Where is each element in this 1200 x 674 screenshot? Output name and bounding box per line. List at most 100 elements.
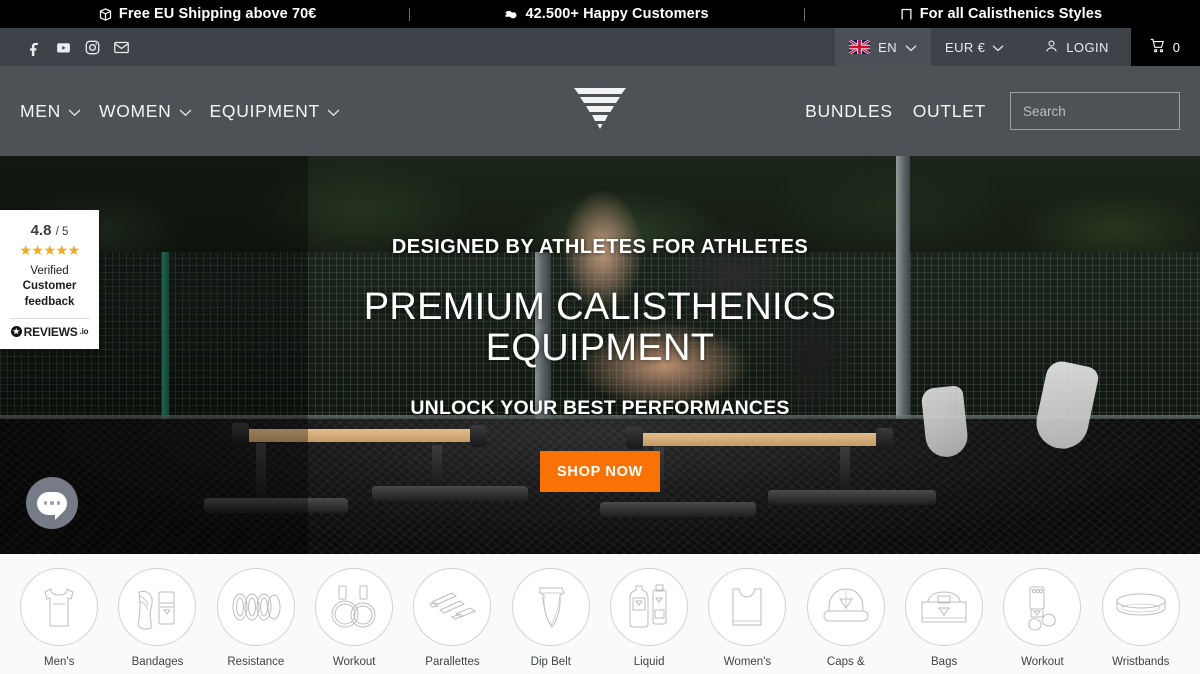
category-item-womens[interactable]: Women's	[698, 568, 796, 669]
reviews-divider	[10, 317, 89, 319]
sports-bra-icon	[708, 568, 787, 646]
nav-item-bundles[interactable]: BUNDLES	[795, 101, 903, 122]
category-item-resistance[interactable]: Resistance	[207, 568, 305, 669]
nav-item-equipment[interactable]: EQUIPMENT	[210, 101, 340, 122]
duffel-bag-icon	[905, 568, 984, 646]
category-label: Women's	[723, 656, 772, 668]
category-item-wristbands[interactable]: Wristbands	[1092, 568, 1190, 669]
main-navigation: MEN WOMEN EQUIPMENT BUNDLES OUTLET Searc…	[0, 66, 1200, 156]
reviews-out-of: / 5	[55, 226, 69, 238]
cart-button[interactable]: 0	[1130, 28, 1200, 66]
chat-widget-button[interactable]	[26, 477, 78, 529]
cap-icon	[806, 568, 885, 646]
category-item-dip-belt[interactable]: Dip Belt	[502, 568, 600, 669]
login-button[interactable]: LOGIN	[1018, 28, 1130, 66]
announcement-item-styles: For all Calisthenics Styles	[899, 6, 1102, 22]
category-item-mens[interactable]: Men's	[10, 568, 108, 669]
hero-kicker: DESIGNED BY ATHLETES FOR ATHLETES	[391, 236, 809, 258]
category-label: Bags	[931, 656, 958, 668]
knee-sleeve-icon	[118, 568, 197, 646]
search-box[interactable]	[1010, 92, 1200, 130]
chevron-down-icon	[68, 101, 81, 122]
cart-icon	[1149, 37, 1166, 57]
pullup-bar-icon	[899, 7, 914, 22]
search-input[interactable]	[1023, 103, 1200, 119]
category-label: Workout	[1021, 656, 1064, 668]
category-label: Caps &	[826, 656, 865, 668]
currency-selector[interactable]: EUR €	[931, 28, 1018, 66]
inverted-triangle-logo[interactable]	[572, 85, 628, 138]
category-label: Men's	[44, 656, 75, 668]
chevron-down-icon	[327, 101, 340, 122]
announcement-separator	[803, 7, 805, 21]
wristband-icon	[1101, 568, 1180, 646]
star-badge-icon: ★	[10, 326, 22, 338]
grips-icon	[1003, 568, 1082, 646]
category-label: Bandages	[131, 656, 184, 668]
hero-content: DESIGNED BY ATHLETES FOR ATHLETES PREMIU…	[0, 156, 1200, 554]
category-label: Liquid	[633, 656, 665, 668]
reviews-line-3: feedback	[24, 295, 75, 308]
category-item-workout-grips[interactable]: Workout	[993, 568, 1091, 669]
uk-flag-icon	[849, 40, 871, 54]
gymnastic-rings-icon	[315, 568, 394, 646]
cart-count: 0	[1172, 39, 1180, 55]
category-item-caps[interactable]: Caps &	[797, 568, 895, 669]
hero-title: PREMIUM CALISTHENICS EQUIPMENT	[363, 286, 837, 370]
category-item-parallettes[interactable]: Parallettes	[403, 568, 501, 669]
category-label: Dip Belt	[530, 656, 571, 668]
user-icon	[1044, 38, 1059, 57]
youtube-icon[interactable]	[55, 39, 72, 56]
category-item-bags[interactable]: Bags	[895, 568, 993, 669]
nav-label-women: WOMEN	[99, 100, 172, 121]
category-item-liquid[interactable]: Liquid	[600, 568, 698, 669]
chevron-down-icon	[905, 40, 917, 55]
dip-belt-icon	[511, 568, 590, 646]
hero-subtitle: UNLOCK YOUR BEST PERFORMANCES	[410, 397, 790, 420]
announcement-text-styles: For all Calisthenics Styles	[919, 6, 1103, 22]
language-selector[interactable]: EN	[835, 28, 931, 66]
announcement-item-shipping: Free EU Shipping above 70€	[98, 6, 317, 22]
chevron-down-icon	[179, 101, 192, 122]
hero-banner: DESIGNED BY ATHLETES FOR ATHLETES PREMIU…	[0, 156, 1200, 554]
announcement-item-customers: 42.500+ Happy Customers	[503, 6, 709, 22]
announcement-separator	[409, 7, 411, 21]
facebook-icon[interactable]	[26, 39, 43, 56]
chat-bubble-icon	[37, 491, 67, 520]
login-label: LOGIN	[1066, 39, 1109, 55]
category-item-workout-rings[interactable]: Workout	[305, 568, 403, 669]
reviews-badge[interactable]: 4.8 / 5 ★★★★★ Verified Customer feedback…	[0, 210, 99, 349]
nav-label-men: MEN	[20, 100, 61, 121]
category-carousel: Men's Bandages Resistance Workout Parall…	[0, 554, 1200, 674]
category-label: Wristbands	[1112, 656, 1170, 668]
currency-label: EUR €	[945, 39, 986, 55]
instagram-icon[interactable]	[84, 39, 101, 56]
social-links	[0, 28, 130, 66]
reviews-line-1: Verified	[30, 265, 69, 277]
shop-now-button[interactable]: SHOP NOW	[540, 451, 660, 493]
category-label: Resistance	[227, 656, 285, 668]
announcement-bar: Free EU Shipping above 70€ 42.500+ Happy…	[0, 0, 1200, 28]
bicep-icon	[503, 7, 519, 22]
chevron-down-icon	[992, 40, 1004, 55]
nav-item-men[interactable]: MEN	[20, 101, 81, 122]
reviews-line-2: Customer	[22, 280, 77, 293]
utility-bar: EN EUR € LOGIN 0	[0, 28, 1200, 66]
email-icon[interactable]	[113, 39, 130, 56]
category-label: Workout	[332, 656, 376, 668]
nav-item-outlet[interactable]: OUTLET	[903, 101, 996, 122]
liquid-chalk-icon	[610, 568, 689, 646]
language-label: EN	[878, 39, 897, 55]
reviews-stars: ★★★★★	[19, 242, 80, 258]
resistance-bands-icon	[216, 568, 295, 646]
reviews-brand-text: REVIEWS	[23, 324, 78, 339]
category-item-bandages[interactable]: Bandages	[108, 568, 206, 669]
parallettes-icon	[413, 568, 492, 646]
reviews-brand-suffix: .io	[79, 327, 89, 337]
announcement-text-shipping: Free EU Shipping above 70€	[118, 6, 317, 22]
category-label: Parallettes	[425, 656, 480, 668]
reviews-io-logo: ★ REVIEWS .io	[6, 325, 93, 339]
nav-item-women[interactable]: WOMEN	[99, 101, 192, 122]
announcement-text-customers: 42.500+ Happy Customers	[525, 6, 709, 22]
package-icon	[98, 7, 113, 22]
